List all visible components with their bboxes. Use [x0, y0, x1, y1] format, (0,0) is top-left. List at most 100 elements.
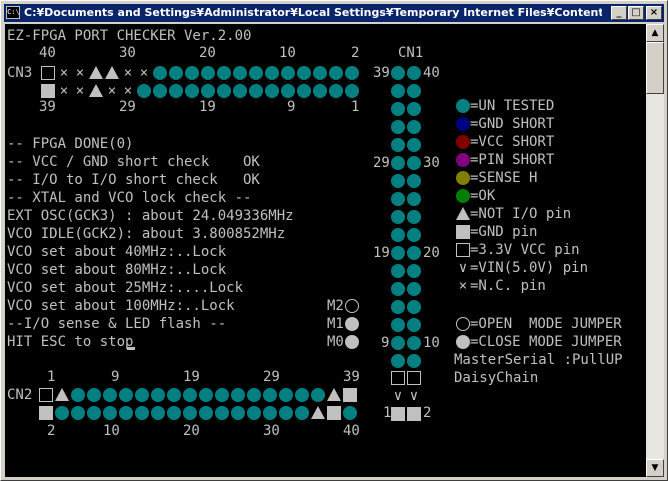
cn1-pin	[391, 336, 405, 350]
log-line: VCO IDLE(GCK2): about 3.800852MHz	[7, 225, 285, 243]
cn1-pin	[391, 156, 405, 170]
maximize-button[interactable]: □	[628, 6, 644, 20]
cn1-pin-label: 10	[423, 334, 440, 352]
pin-dot	[281, 84, 295, 98]
cn3-number-bottom: 29	[119, 98, 136, 116]
pin-dot	[169, 66, 183, 80]
vcc-pin	[39, 388, 53, 402]
console-output[interactable]: EZ-FPGA PORT CHECKER Ver.2.00 CN3 40 30 …	[5, 24, 646, 477]
cn1-pin-label: 30	[423, 154, 440, 172]
cn2-label: CN2	[7, 386, 32, 404]
cn3-label: CN3	[7, 64, 32, 82]
cn2-number-top: 1	[47, 368, 55, 386]
not-io-pin	[327, 388, 341, 401]
nc-pin: ×	[105, 84, 119, 98]
scroll-thumb[interactable]	[646, 42, 664, 94]
cn1-pin	[391, 246, 405, 260]
cn1-pin	[407, 300, 421, 314]
gnd-pin	[41, 84, 55, 98]
cn2-number-top: 39	[343, 368, 360, 386]
pin-dot	[151, 406, 165, 420]
cn1-pin	[407, 282, 421, 296]
pin-dot	[103, 388, 117, 402]
vertical-scrollbar[interactable]: ▲ ▼	[646, 24, 664, 477]
legend-text: =PIN SHORT	[470, 151, 554, 169]
close-button[interactable]: ×	[646, 6, 662, 20]
pin-dot	[233, 84, 247, 98]
cn1-pin	[391, 84, 405, 98]
jumper-label: M1	[327, 315, 344, 333]
cn2-number-top: 19	[183, 368, 200, 386]
pin-dot	[215, 388, 229, 402]
cn2-number-bottom: 10	[103, 422, 120, 440]
legend-symbol	[456, 153, 470, 167]
legend-text: =VCC SHORT	[470, 133, 554, 151]
pin-dot	[217, 84, 231, 98]
log-line: --I/O sense & LED flash --	[7, 315, 226, 333]
legend-symbol	[456, 243, 470, 257]
cn1-pin	[407, 264, 421, 278]
cn1-pin	[391, 300, 405, 314]
log-line: HIT ESC to stop	[7, 333, 133, 351]
legend-text: =GND pin	[470, 223, 537, 241]
pin-dot	[199, 388, 213, 402]
cn3-number-top: 2	[351, 44, 359, 62]
title-bar[interactable]: C:\ C:¥Documents and Settings¥Administra…	[4, 4, 664, 22]
log-line: -- VCC / GND short check OK	[7, 153, 260, 171]
cn1-pin	[407, 192, 421, 206]
jumper-label: M2	[327, 297, 344, 315]
pin-dot	[297, 66, 311, 80]
gnd-pin	[343, 388, 357, 402]
cn3-number-bottom: 1	[351, 98, 359, 116]
cn1-pin	[391, 174, 405, 188]
not-io-pin	[311, 406, 325, 419]
pin-dot	[185, 66, 199, 80]
gnd-pin	[39, 406, 53, 420]
pin-dot	[119, 388, 133, 402]
console-app-icon[interactable]: C:\	[6, 6, 20, 19]
cn1-pin	[391, 102, 405, 116]
nc-pin: ×	[137, 66, 151, 80]
cn1-pin	[391, 264, 405, 278]
legend-text: =CLOSE MODE JUMPER	[470, 333, 622, 351]
pin-dot	[265, 66, 279, 80]
minimize-button[interactable]: _	[611, 6, 627, 20]
gnd-pin	[407, 407, 421, 421]
log-line: -- FPGA DONE(0)	[7, 135, 133, 153]
scroll-up-button[interactable]: ▲	[646, 24, 664, 42]
cn1-pin	[407, 84, 421, 98]
cn1-pin-label: 39	[373, 64, 390, 82]
pin-dot	[199, 406, 213, 420]
close-jumper-symbol	[456, 335, 470, 349]
legend-symbol	[456, 135, 470, 149]
pin-dot	[329, 66, 343, 80]
console-window: C:\ C:¥Documents and Settings¥Administra…	[0, 0, 668, 481]
cn3-number-bottom: 9	[287, 98, 295, 116]
pin-dot	[153, 66, 167, 80]
cn1-pin	[407, 120, 421, 134]
legend-text: =GND SHORT	[470, 115, 554, 133]
pin-dot	[345, 84, 359, 98]
nc-pin: ×	[121, 84, 135, 98]
text-cursor	[127, 347, 135, 350]
pin-dot	[263, 406, 277, 420]
cn1-pin	[407, 210, 421, 224]
nc-pin: ×	[73, 84, 87, 98]
nc-pin: ×	[57, 66, 71, 80]
pin-dot	[135, 388, 149, 402]
cn1-pin-label: 20	[423, 244, 440, 262]
power-pin-label: 1	[383, 404, 391, 422]
jumper-label: M0	[327, 333, 344, 351]
cn3-number-top: 40	[39, 44, 56, 62]
pin-dot	[201, 84, 215, 98]
cn3-number-top: 30	[119, 44, 136, 62]
cn1-pin	[407, 246, 421, 260]
cn1-pin-label: 29	[373, 154, 390, 172]
scroll-down-button[interactable]: ▼	[646, 459, 664, 477]
cn1-pin	[407, 354, 421, 368]
pin-dot	[217, 66, 231, 80]
cn1-label: CN1	[398, 44, 423, 62]
cn1-pin	[407, 156, 421, 170]
pin-dot	[87, 388, 101, 402]
pin-dot	[313, 84, 327, 98]
